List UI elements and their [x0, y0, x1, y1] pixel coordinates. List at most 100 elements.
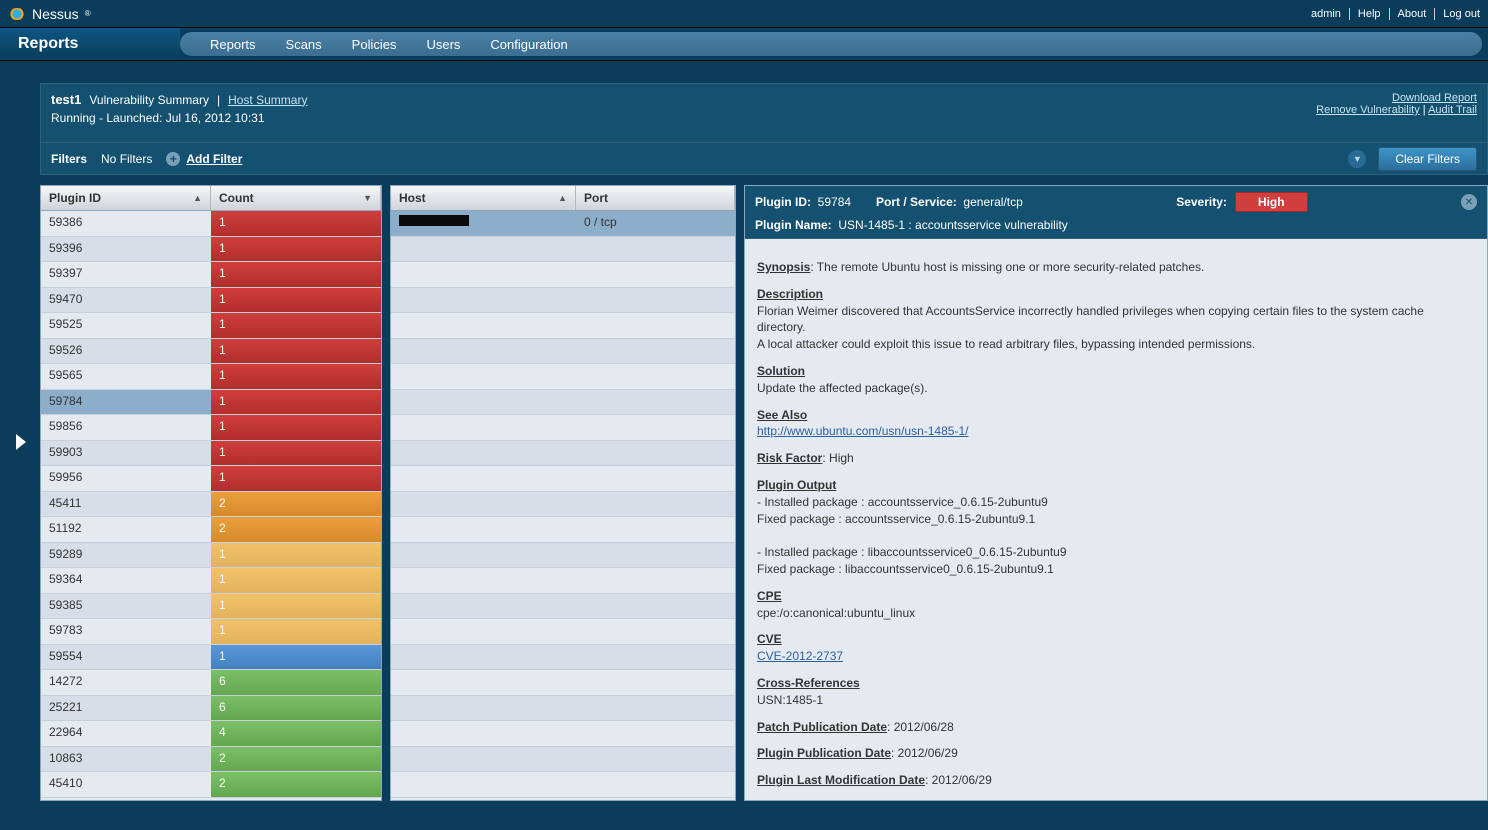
table-row[interactable]: 599561: [41, 466, 381, 492]
seealso-link[interactable]: http://www.ubuntu.com/usn/usn-1485-1/: [757, 424, 968, 438]
xref-text: USN:1485-1: [757, 693, 823, 707]
section-title: Reports: [0, 28, 180, 60]
count-cell: 6: [211, 670, 381, 695]
table-row[interactable]: [391, 721, 735, 747]
table-row[interactable]: 598561: [41, 415, 381, 441]
count-cell: 1: [211, 211, 381, 236]
table-row[interactable]: 108632: [41, 747, 381, 773]
col-plugin-id[interactable]: Plugin ID▲: [41, 186, 211, 210]
table-row[interactable]: [391, 364, 735, 390]
remove-vuln-link[interactable]: Remove Vulnerability: [1316, 104, 1420, 116]
audit-trail-link[interactable]: Audit Trail: [1428, 104, 1477, 116]
table-row[interactable]: 597841: [41, 390, 381, 416]
table-row[interactable]: [391, 568, 735, 594]
table-row[interactable]: 593851: [41, 594, 381, 620]
table-row[interactable]: [391, 747, 735, 773]
table-row[interactable]: [391, 339, 735, 365]
nav-reports[interactable]: Reports: [210, 37, 256, 52]
user-label[interactable]: admin: [1311, 8, 1341, 20]
table-row[interactable]: [391, 390, 735, 416]
close-icon[interactable]: ✕: [1461, 194, 1477, 210]
table-row[interactable]: [391, 313, 735, 339]
table-row[interactable]: [391, 466, 735, 492]
count-cell: 1: [211, 364, 381, 389]
col-count[interactable]: Count▼: [211, 186, 381, 210]
count-cell: 1: [211, 466, 381, 491]
table-row[interactable]: [391, 594, 735, 620]
table-row[interactable]: 595651: [41, 364, 381, 390]
nav-scans[interactable]: Scans: [286, 37, 322, 52]
count-cell: 2: [211, 772, 381, 797]
count-cell: 4: [211, 721, 381, 746]
plus-icon[interactable]: +: [166, 152, 180, 166]
solution-label: Solution: [757, 364, 805, 378]
table-row[interactable]: [391, 492, 735, 518]
col-host[interactable]: Host▲: [391, 186, 576, 210]
table-row[interactable]: [391, 619, 735, 645]
description-label: Description: [757, 287, 823, 301]
table-row[interactable]: 142726: [41, 670, 381, 696]
seealso-label: See Also: [757, 408, 807, 422]
plugin-id-cell: 59364: [41, 568, 211, 593]
cve-link[interactable]: CVE-2012-2737: [757, 649, 843, 663]
table-row[interactable]: 595541: [41, 645, 381, 671]
nav-configuration[interactable]: Configuration: [490, 37, 567, 52]
table-row[interactable]: 599031: [41, 441, 381, 467]
table-row[interactable]: 0 / tcp: [391, 211, 735, 237]
table-row[interactable]: 593971: [41, 262, 381, 288]
count-cell: 1: [211, 441, 381, 466]
table-row[interactable]: 454102: [41, 772, 381, 798]
table-row[interactable]: [391, 288, 735, 314]
cpe-label: CPE: [757, 589, 782, 603]
table-row[interactable]: 597831: [41, 619, 381, 645]
table-row[interactable]: [391, 645, 735, 671]
drawer-handle-icon[interactable]: [16, 434, 26, 450]
table-row[interactable]: 593961: [41, 237, 381, 263]
table-row[interactable]: 593641: [41, 568, 381, 594]
plugin-id-cell: 45411: [41, 492, 211, 517]
table-row[interactable]: [391, 262, 735, 288]
expand-icon[interactable]: ▼: [1348, 150, 1366, 168]
about-link[interactable]: About: [1398, 8, 1427, 20]
navbar: Reports Reports Scans Policies Users Con…: [0, 28, 1488, 61]
host-summary-link[interactable]: Host Summary: [228, 93, 307, 107]
plugin-id-cell: 22964: [41, 721, 211, 746]
count-cell: 6: [211, 696, 381, 721]
table-row[interactable]: [391, 696, 735, 722]
plugin-id-cell: 59386: [41, 211, 211, 236]
col-port[interactable]: Port: [576, 186, 735, 210]
count-cell: 1: [211, 594, 381, 619]
logout-link[interactable]: Log out: [1443, 8, 1480, 20]
nav-policies[interactable]: Policies: [352, 37, 397, 52]
table-row[interactable]: 595261: [41, 339, 381, 365]
clear-filters-button[interactable]: Clear Filters: [1378, 147, 1477, 171]
table-row[interactable]: 592891: [41, 543, 381, 569]
table-row[interactable]: [391, 415, 735, 441]
count-cell: 1: [211, 262, 381, 287]
synopsis-text: : The remote Ubuntu host is missing one …: [810, 260, 1204, 274]
help-link[interactable]: Help: [1358, 8, 1381, 20]
table-row[interactable]: [391, 441, 735, 467]
report-status: Running - Launched: Jul 16, 2012 10:31: [51, 111, 307, 125]
add-filter-link[interactable]: Add Filter: [186, 152, 242, 166]
table-row[interactable]: [391, 517, 735, 543]
table-row[interactable]: [391, 237, 735, 263]
top-links: admin Help About Log out: [1311, 8, 1480, 20]
plugin-id-cell: 59956: [41, 466, 211, 491]
table-row[interactable]: [391, 772, 735, 798]
table-row[interactable]: 511922: [41, 517, 381, 543]
table-row[interactable]: 593861: [41, 211, 381, 237]
table-row[interactable]: 252216: [41, 696, 381, 722]
count-cell: 1: [211, 415, 381, 440]
table-row[interactable]: 229644: [41, 721, 381, 747]
port-cell: 0 / tcp: [576, 211, 735, 236]
table-row[interactable]: [391, 543, 735, 569]
host-cell: [391, 211, 576, 236]
download-report-link[interactable]: Download Report: [1392, 92, 1477, 104]
table-row[interactable]: 595251: [41, 313, 381, 339]
table-row[interactable]: [391, 670, 735, 696]
table-row[interactable]: 454112: [41, 492, 381, 518]
table-row[interactable]: 594701: [41, 288, 381, 314]
plugin-id-cell: 59784: [41, 390, 211, 415]
nav-users[interactable]: Users: [426, 37, 460, 52]
